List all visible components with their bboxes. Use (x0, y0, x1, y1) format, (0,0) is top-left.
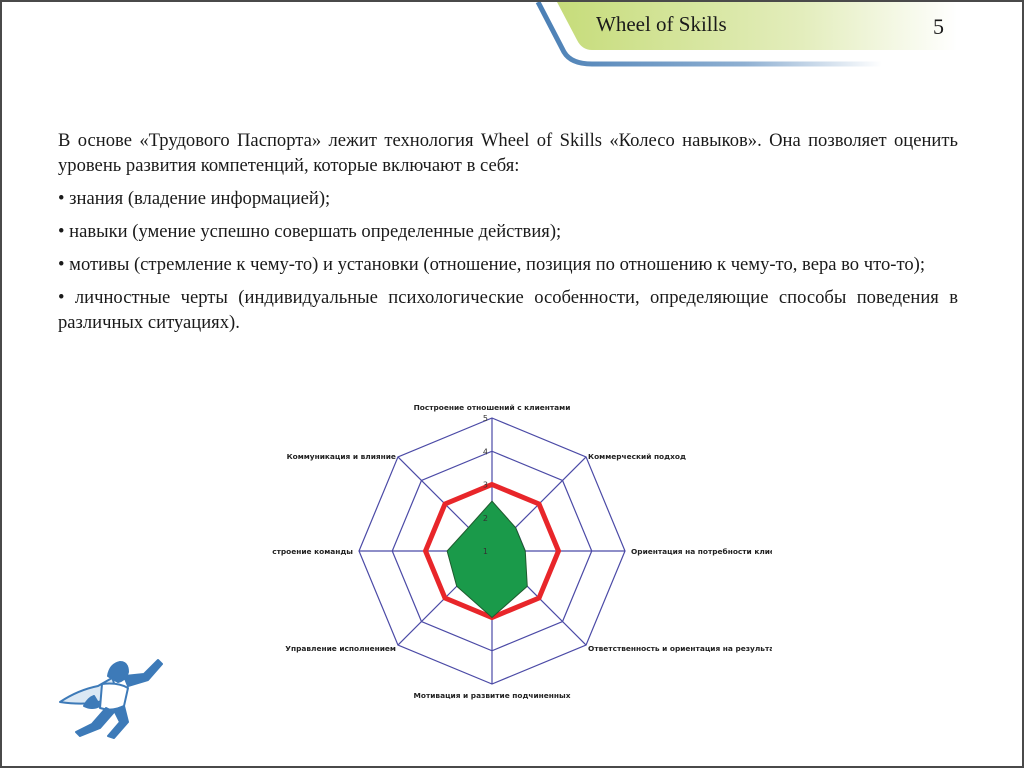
radar-chart: 1 2 3 4 5 Построение отношений с клиентами Ком… (261, 403, 789, 700)
category-label: Ориентация на потребности клиента (631, 547, 772, 556)
slide-number: 5 (933, 14, 944, 39)
bullet-item: знания (владение информацией); (58, 186, 958, 211)
category-label: Коммуникация и влияние (287, 452, 396, 461)
slide: Wheel of Skills 5 В основе «Трудового Па… (0, 0, 1024, 768)
category-label: Построение команды (272, 547, 353, 556)
intro-paragraph: В основе «Трудового Паспорта» лежит техн… (58, 130, 958, 176)
tick-label: 3 (483, 481, 488, 490)
tick-label: 2 (483, 514, 488, 523)
category-label: Построение отношений с клиентами (414, 403, 571, 412)
bullet-item: мотивы (стремление к чему-то) и установк… (58, 252, 958, 277)
flying-superhero-icon (59, 659, 163, 739)
category-label: Управление исполнением (285, 644, 396, 653)
header-banner: Wheel of Skills 5 (2, 2, 1022, 82)
superhero-logo (48, 650, 168, 742)
bullet-item: навыки (умение успешно совершать определ… (58, 219, 958, 244)
banner-decoration (535, 2, 1002, 67)
slide-title: Wheel of Skills (596, 12, 727, 36)
tick-label: 5 (483, 414, 488, 423)
bullet-item: личностные черты (индивидуальные психоло… (58, 285, 958, 335)
tick-label: 4 (483, 447, 488, 456)
body-text: В основе «Трудового Паспорта» лежит техн… (58, 128, 958, 343)
wheel-of-skills-chart: 1 2 3 4 5 Построение отношений с клиентами Ком… (261, 397, 789, 707)
category-label: Мотивация и развитие подчиненных (414, 691, 571, 700)
category-label: Ответственность и ориентация на результа… (588, 644, 772, 653)
category-label: Коммерческий подход (588, 452, 686, 461)
tick-label: 1 (483, 547, 488, 556)
